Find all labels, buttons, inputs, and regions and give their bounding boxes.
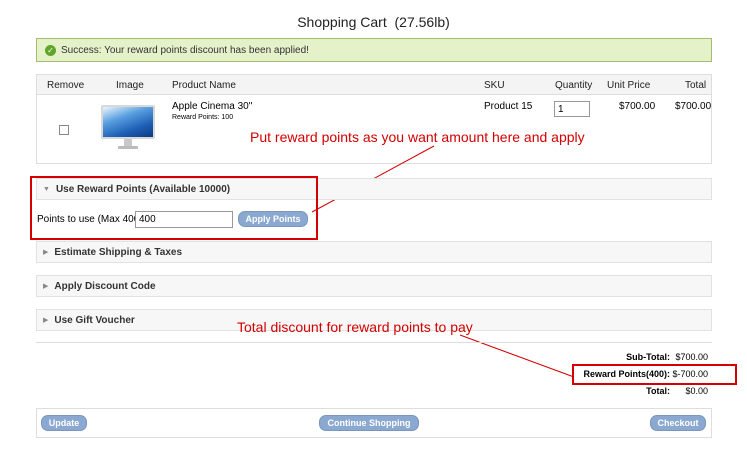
col-remove: Remove [47,80,85,91]
totals-divider [36,342,712,343]
annotation-top: Put reward points as you want amount her… [250,129,585,145]
remove-checkbox[interactable] [59,125,69,135]
section-shipping-label: Estimate Shipping & Taxes [54,246,183,258]
checkout-button[interactable]: Checkout [650,415,706,431]
subtotal-label: Sub-Total: [626,352,670,362]
chevron-right-icon: ▶ [43,317,49,324]
product-name-link[interactable]: Apple Cinema 30" [172,101,252,112]
page-title-text: Shopping Cart [297,14,387,30]
annotation-box-discount [572,364,737,385]
continue-shopping-button[interactable]: Continue Shopping [319,415,419,431]
total-label: Total: [646,386,670,396]
product-sku: Product 15 [484,101,533,112]
section-voucher-label: Use Gift Voucher [54,314,135,326]
total-value: $0.00 [685,386,708,396]
success-alert: ✓ Success: Your reward points discount h… [36,38,712,62]
update-button[interactable]: Update [41,415,87,431]
col-product-name: Product Name [172,80,236,91]
col-total: Total [685,80,707,91]
col-unit-price: Unit Price [607,80,651,91]
unit-price: $700.00 [619,101,656,112]
chevron-right-icon: ▶ [43,283,49,290]
page-title: Shopping Cart (27.56lb) [0,14,747,30]
section-shipping[interactable]: ▶ Estimate Shipping & Taxes [36,241,712,263]
section-discount-label: Apply Discount Code [54,280,156,292]
cart-table-header: Remove Image Product Name SKU Quantity U… [37,75,711,95]
col-sku: SKU [484,80,505,91]
product-reward-note: Reward Points: 100 [172,114,234,121]
section-discount[interactable]: ▶ Apply Discount Code [36,275,712,297]
col-image: Image [116,80,144,91]
success-text: Success: Your reward points discount has… [61,44,309,56]
cart-table: Remove Image Product Name SKU Quantity U… [36,74,712,164]
cart-weight: (27.56lb) [394,14,450,30]
success-check-icon: ✓ [45,44,56,56]
chevron-right-icon: ▶ [43,249,49,256]
annotation-bottom: Total discount for reward points to pay [237,319,473,335]
line-total: $700.00 [675,101,712,112]
subtotal-value: $700.00 [675,352,708,362]
annotation-box-reward [30,176,318,240]
quantity-input[interactable]: 1 [554,101,590,117]
col-quantity: Quantity [555,80,593,91]
monitor-image[interactable] [101,105,155,149]
